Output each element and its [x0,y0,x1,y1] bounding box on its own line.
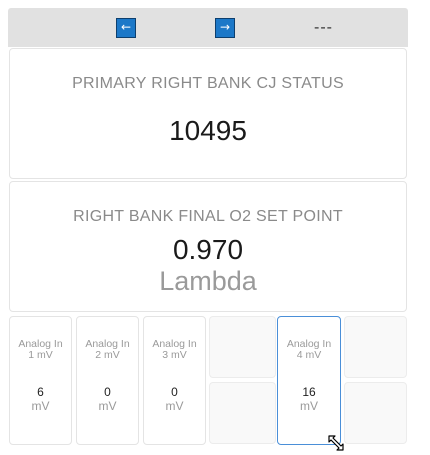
tile-value: 16 [302,385,316,399]
tile-value: 0 [171,385,178,399]
analog-in-2-tile[interactable]: Analog In 2 mV 0 mV [76,316,139,445]
next-page-button[interactable]: → [215,18,235,38]
tile-unit: mV [165,399,184,413]
gauge-card-cj-status[interactable]: PRIMARY RIGHT BANK CJ STATUS 10495 [9,48,407,179]
tile-unit: mV [31,399,50,413]
previous-page-button[interactable]: ← [116,18,136,38]
gauge-unit: Lambda [159,266,257,296]
tile-value: 6 [37,385,44,399]
gauge-title: RIGHT BANK FINAL O2 SET POINT [73,208,343,225]
tile-value: 0 [104,385,111,399]
gauge-value: 0.970 [172,234,244,265]
gauge-card-o2-set-point[interactable]: RIGHT BANK FINAL O2 SET POINT 0.970 Lamb… [9,181,407,312]
empty-grid-slot[interactable] [344,382,407,444]
analog-in-1-tile[interactable]: Analog In 1 mV 6 mV [9,316,72,445]
arrow-left-icon: ← [120,20,132,34]
tile-label: Analog In 1 mV [18,338,63,361]
page-indicator: --- [314,19,333,36]
empty-grid-slot[interactable] [209,382,276,444]
arrow-right-icon: → [219,20,231,34]
dashboard-toolbar: ← → --- [8,8,408,47]
empty-grid-slot[interactable] [344,316,407,378]
tile-label: Analog In 2 mV [85,338,130,361]
tile-unit: mV [98,399,117,413]
tile-label: Analog In 4 mV [286,338,332,361]
gauge-value: 10495 [169,115,247,146]
tile-label: Analog In 3 mV [152,338,197,361]
analog-in-4-tile[interactable]: Analog In 4 mV 16 mV [277,316,341,445]
gauge-title: PRIMARY RIGHT BANK CJ STATUS [72,75,344,92]
empty-grid-slot[interactable] [209,316,276,378]
resize-cursor-icon[interactable] [327,434,345,452]
tile-unit: mV [300,399,318,413]
analog-in-3-tile[interactable]: Analog In 3 mV 0 mV [143,316,206,445]
